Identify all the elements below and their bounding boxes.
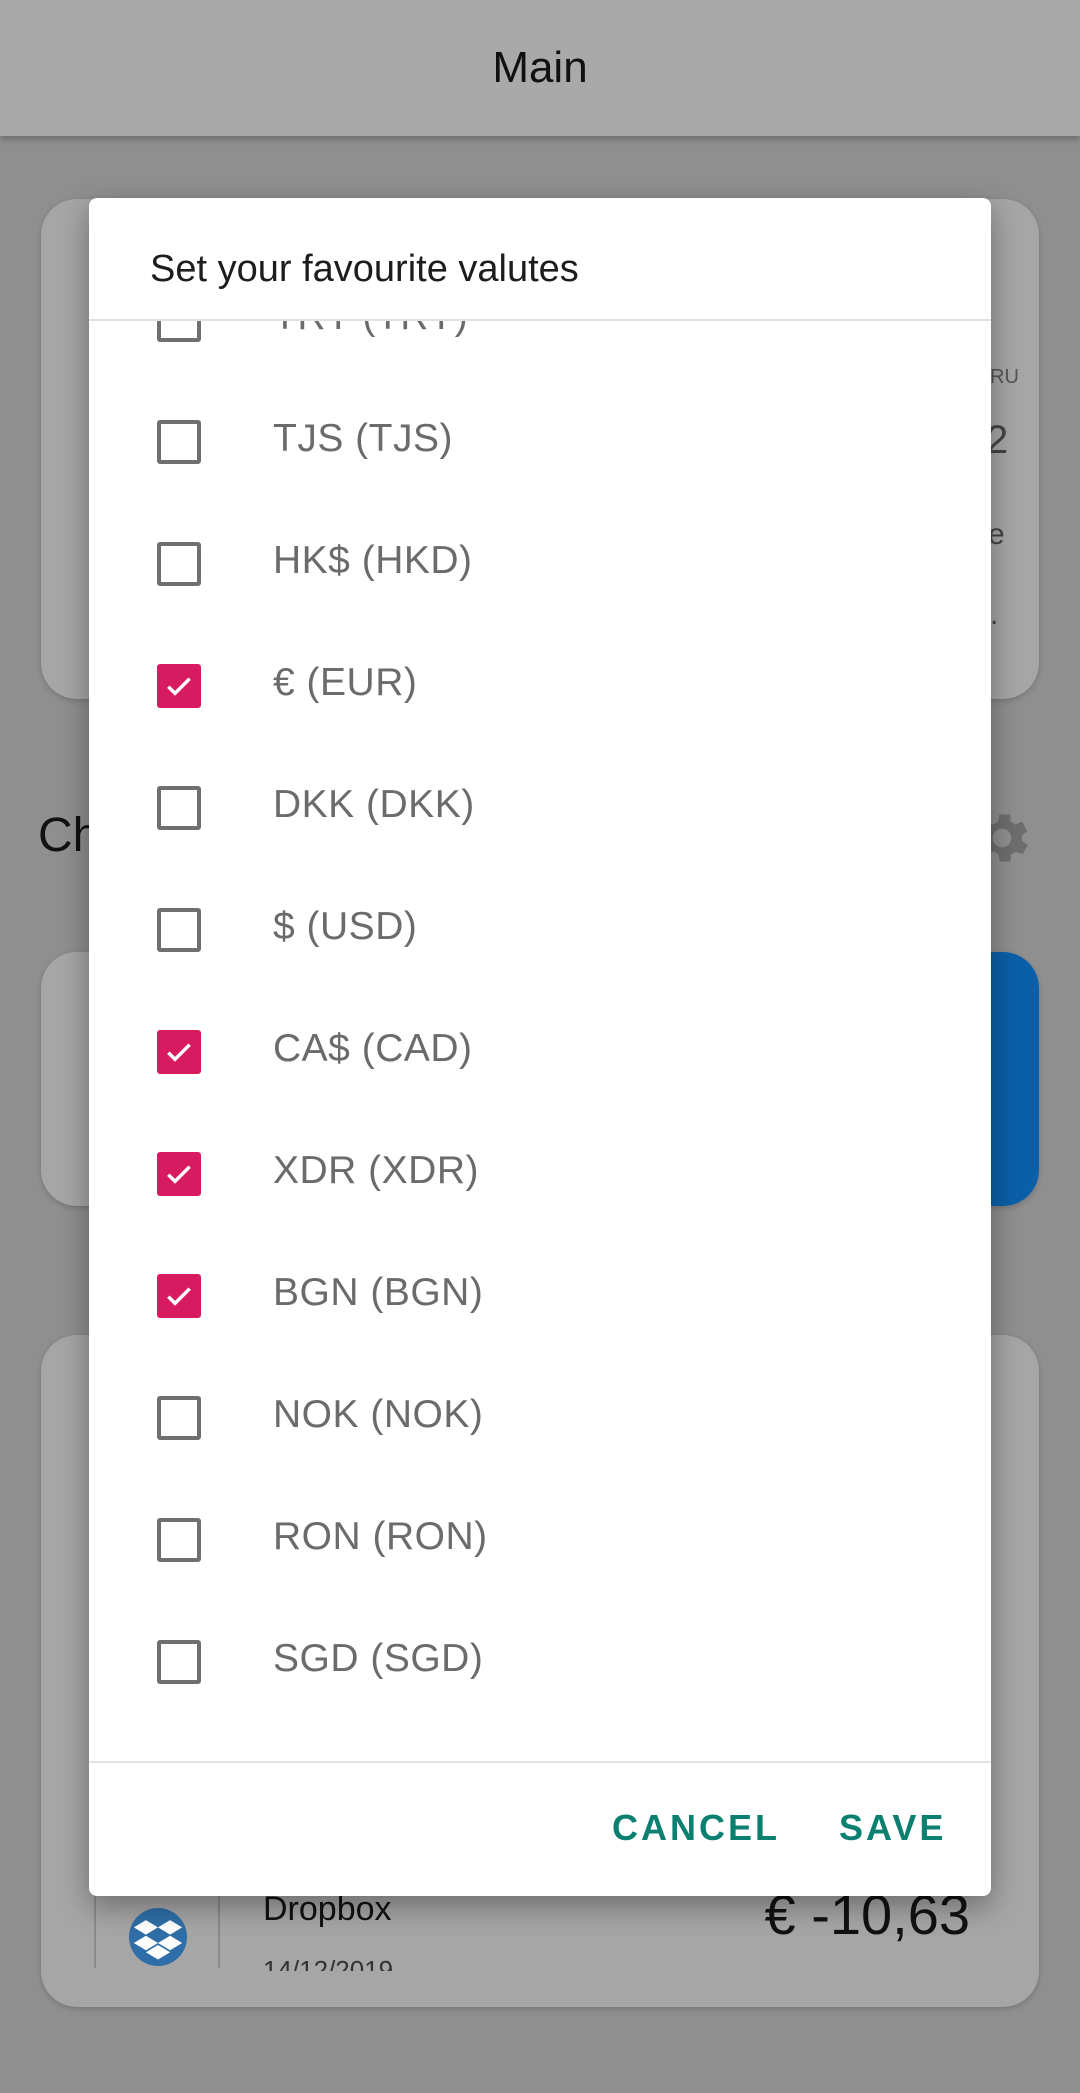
checkbox-checked[interactable] [157,664,201,708]
checkbox-checked[interactable] [157,1152,201,1196]
item-label: TRY (TRY) [273,321,468,339]
dialog-title: Set your favourite valutes [150,248,579,290]
check-icon [167,1165,191,1184]
cancel-button[interactable]: CANCEL [612,1807,780,1849]
list-item[interactable]: SGD (SGD) [89,1601,991,1723]
list-item[interactable]: CA$ (CAD) [89,991,991,1113]
favourite-valutes-dialog: Set your favourite valutes TRY (TRY) TJS… [89,198,991,1896]
item-label: $ (USD) [273,905,418,948]
list-item[interactable]: TRY (TRY) [89,321,991,381]
item-label: CA$ (CAD) [273,1027,473,1070]
item-label: NOK (NOK) [273,1393,484,1436]
checkbox[interactable] [157,542,201,586]
dropbox-icon [129,1908,187,1966]
item-label: SGD (SGD) [273,1637,484,1680]
app-title: Main [492,43,588,92]
checkbox[interactable] [157,420,201,464]
app-bar: Main [0,0,1080,136]
list-item[interactable]: € (EUR) [89,625,991,747]
list-item[interactable]: RON (RON) [89,1479,991,1601]
card-dot-peek: . [990,598,999,631]
item-label: DKK (DKK) [273,783,475,826]
checkbox[interactable] [157,1518,201,1562]
list-item[interactable]: TJS (TJS) [89,381,991,503]
check-icon [167,677,191,696]
checkbox[interactable] [157,1396,201,1440]
checkbox-checked[interactable] [157,1030,201,1074]
valute-list[interactable]: TRY (TRY) TJS (TJS) HK$ (HKD) € (EUR) DK… [89,321,991,1761]
checkbox[interactable] [157,321,201,342]
check-icon [167,1287,191,1306]
list-item[interactable]: $ (USD) [89,869,991,991]
checkbox[interactable] [157,1640,201,1684]
checkbox-checked[interactable] [157,1274,201,1318]
transaction-date: 14/12/2019 [263,1955,394,1971]
checkbox[interactable] [157,908,201,952]
item-label: BGN (BGN) [273,1271,484,1314]
list-item[interactable]: XDR (XDR) [89,1113,991,1235]
list-item[interactable]: DKK (DKK) [89,747,991,869]
card-currency-peek: RU [990,366,1019,388]
item-label: € (EUR) [273,661,418,704]
dialog-actions: CANCEL SAVE [89,1763,991,1896]
save-button[interactable]: SAVE [839,1807,946,1849]
list-item[interactable]: BGN (BGN) [89,1235,991,1357]
list-item[interactable]: HK$ (HKD) [89,503,991,625]
item-label: TJS (TJS) [273,417,453,460]
check-icon [167,1043,191,1062]
item-label: RON (RON) [273,1515,488,1558]
item-label: XDR (XDR) [273,1149,479,1192]
checkbox[interactable] [157,786,201,830]
list-item[interactable]: NOK (NOK) [89,1357,991,1479]
item-label: HK$ (HKD) [273,539,473,582]
